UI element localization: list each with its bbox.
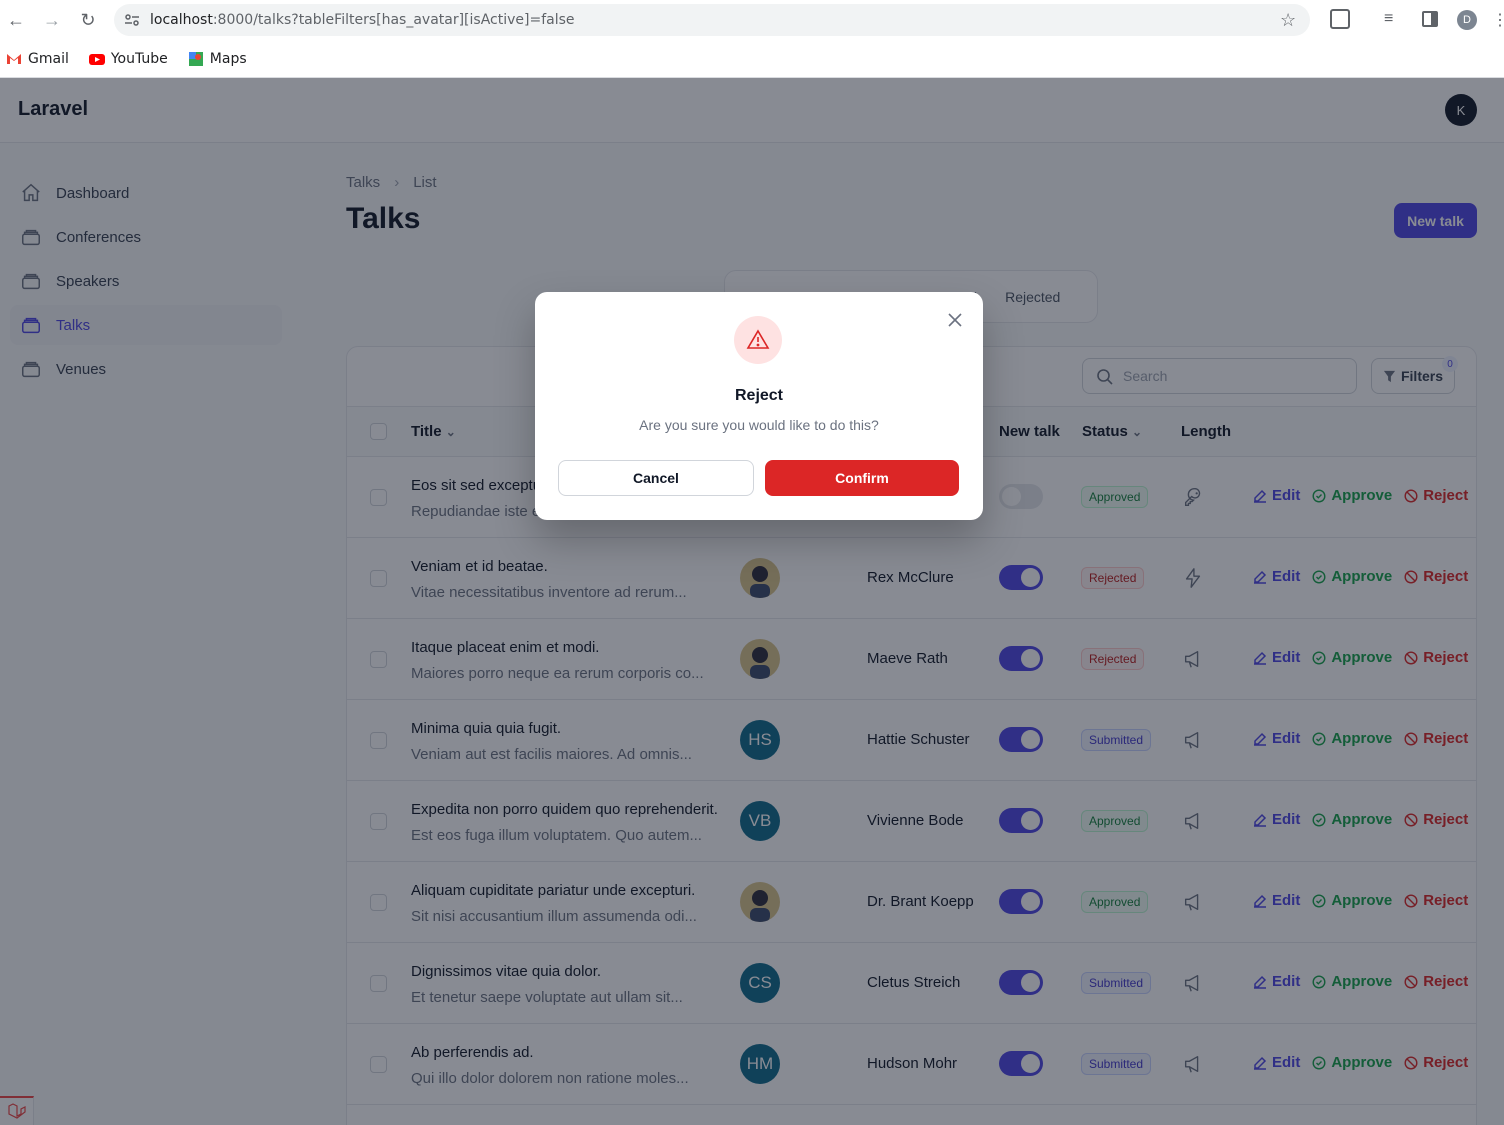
address-bar[interactable]: localhost:8000/talks?tableFilters[has_av…: [114, 4, 1310, 36]
bookmark-label: YouTube: [110, 50, 168, 67]
bookmarks-bar: Gmail YouTube Maps: [0, 40, 1504, 78]
maps-icon: [188, 51, 203, 66]
warning-icon: [734, 316, 782, 364]
bookmark-star-icon[interactable]: ☆: [1280, 10, 1296, 31]
media-icon[interactable]: ≡: [1384, 10, 1393, 28]
url-host: localhost: [150, 12, 213, 28]
youtube-icon: [88, 53, 105, 65]
modal-title: Reject: [734, 387, 784, 404]
modal-description: Are you sure you would like to do this?: [639, 417, 879, 433]
site-settings-icon[interactable]: [124, 13, 140, 27]
bookmark-label: Maps: [209, 50, 247, 67]
bookmark-gmail[interactable]: Gmail: [6, 51, 69, 67]
gmail-icon: [7, 53, 21, 64]
menu-icon[interactable]: ⋮: [1492, 10, 1504, 30]
url-path: :8000/talks?tableFilters[has_avatar][isA…: [212, 12, 575, 28]
browser-toolbar: ← → ↻ localhost:8000/talks?tableFilters[…: [0, 0, 1504, 40]
cancel-button[interactable]: Cancel: [558, 460, 754, 496]
profile-avatar[interactable]: D: [1457, 10, 1477, 30]
bookmark-maps[interactable]: Maps: [188, 51, 247, 67]
side-panel-icon[interactable]: [1422, 11, 1438, 27]
bookmark-label: Gmail: [28, 50, 69, 67]
back-icon[interactable]: ←: [2, 6, 30, 34]
reject-modal: Reject Are you sure you would like to do…: [535, 292, 983, 520]
extensions-icon[interactable]: [1330, 9, 1350, 29]
close-icon[interactable]: [945, 310, 965, 330]
modal-overlay[interactable]: [0, 78, 1504, 1125]
confirm-button[interactable]: Confirm: [765, 460, 959, 496]
reload-icon[interactable]: ↻: [74, 6, 102, 34]
forward-icon[interactable]: →: [38, 6, 66, 34]
bookmark-youtube[interactable]: YouTube: [88, 50, 168, 67]
